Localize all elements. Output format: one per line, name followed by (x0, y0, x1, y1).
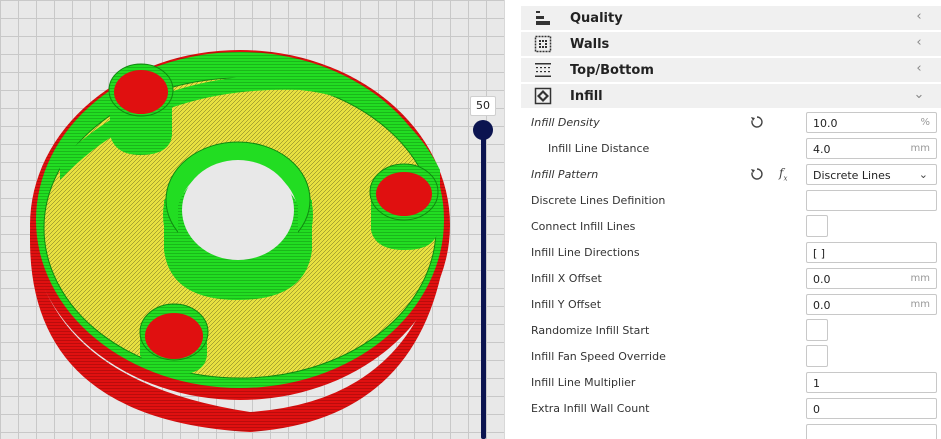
setting-label: Extra Infill Wall Count (531, 402, 650, 415)
infill-x-offset-input[interactable]: 0.0 mm (806, 268, 937, 289)
category-infill[interactable]: Infill ⌄ (521, 84, 941, 108)
infill-fan-speed-override-checkbox[interactable] (806, 345, 828, 367)
setting-label: Infill Y Offset (531, 298, 602, 311)
setting-infill-line-directions: Infill Line Directions [ ] (505, 240, 941, 266)
walls-icon (533, 34, 553, 54)
setting-label: Infill Fan Speed Override (531, 350, 666, 363)
chevron-left-icon: ‹ (916, 35, 922, 50)
infill-density-input[interactable]: 10.0 % (806, 112, 937, 133)
top-bottom-icon (533, 60, 553, 80)
setting-infill-density: Infill Density 10.0 % (505, 110, 941, 136)
extra-infill-wall-count-input[interactable]: 0 (806, 398, 937, 419)
setting-infill-line-multiplier: Infill Line Multiplier 1 (505, 370, 941, 396)
category-top-bottom[interactable]: Top/Bottom ‹ (521, 58, 941, 82)
chevron-left-icon: ‹ (916, 9, 922, 24)
infill-line-distance-input[interactable]: 4.0 mm (806, 138, 937, 159)
discrete-lines-definition-input[interactable] (806, 190, 937, 211)
layer-view-model (30, 50, 450, 432)
infill-line-multiplier-input[interactable]: 1 (806, 372, 937, 393)
setting-infill-x-offset: Infill X Offset 0.0 mm (505, 266, 941, 292)
infill-line-directions-input[interactable]: [ ] (806, 242, 937, 263)
setting-extra-infill-wall-count: Extra Infill Wall Count 0 (505, 396, 941, 422)
infill-icon (533, 86, 553, 106)
next-setting-input[interactable] (806, 424, 937, 439)
layer-value-box[interactable]: 50 (470, 96, 496, 116)
setting-next-partial (505, 422, 941, 439)
chevron-down-icon: ⌄ (918, 168, 928, 181)
setting-infill-line-distance: Infill Line Distance 4.0 mm (505, 136, 941, 162)
setting-infill-pattern: Infill Pattern fx Discrete Lines ⌄ (505, 162, 941, 188)
setting-label: Connect Infill Lines (531, 220, 636, 233)
infill-y-offset-input[interactable]: 0.0 mm (806, 294, 937, 315)
layer-slider-track[interactable] (481, 130, 486, 439)
randomize-infill-start-checkbox[interactable] (806, 319, 828, 341)
category-label: Quality (570, 10, 623, 26)
setting-label: Infill Line Multiplier (531, 376, 636, 389)
setting-label: Infill Pattern (531, 168, 599, 181)
print-settings-panel: Quality ‹ Walls ‹ Top/Bottom ‹ Infill ⌄ … (504, 0, 941, 439)
reset-icon[interactable] (749, 166, 765, 182)
setting-randomize-infill-start: Randomize Infill Start (505, 318, 941, 344)
setting-label: Infill Line Distance (548, 142, 650, 155)
category-label: Walls (570, 36, 610, 52)
quality-icon (533, 8, 553, 28)
setting-infill-fan-speed-override: Infill Fan Speed Override (505, 344, 941, 370)
setting-label: Infill X Offset (531, 272, 602, 285)
connect-infill-lines-checkbox[interactable] (806, 215, 828, 237)
infill-pattern-select[interactable]: Discrete Lines ⌄ (806, 164, 937, 185)
layer-slider-handle[interactable] (473, 120, 493, 140)
setting-label: Infill Density (531, 116, 600, 129)
setting-label: Discrete Lines Definition (531, 194, 666, 207)
category-walls[interactable]: Walls ‹ (521, 32, 941, 56)
category-label: Infill (570, 88, 603, 104)
setting-label: Infill Line Directions (531, 246, 640, 259)
reset-icon[interactable] (749, 114, 765, 130)
category-quality[interactable]: Quality ‹ (521, 6, 941, 30)
3d-viewport[interactable]: 50 (0, 0, 510, 439)
category-label: Top/Bottom (570, 62, 654, 78)
chevron-left-icon: ‹ (916, 61, 922, 76)
setting-discrete-lines-definition: Discrete Lines Definition (505, 188, 941, 214)
function-icon[interactable]: fx (779, 166, 787, 182)
setting-connect-infill-lines: Connect Infill Lines (505, 214, 941, 240)
setting-label: Randomize Infill Start (531, 324, 650, 337)
setting-infill-y-offset: Infill Y Offset 0.0 mm (505, 292, 941, 318)
chevron-down-icon: ⌄ (913, 87, 925, 102)
